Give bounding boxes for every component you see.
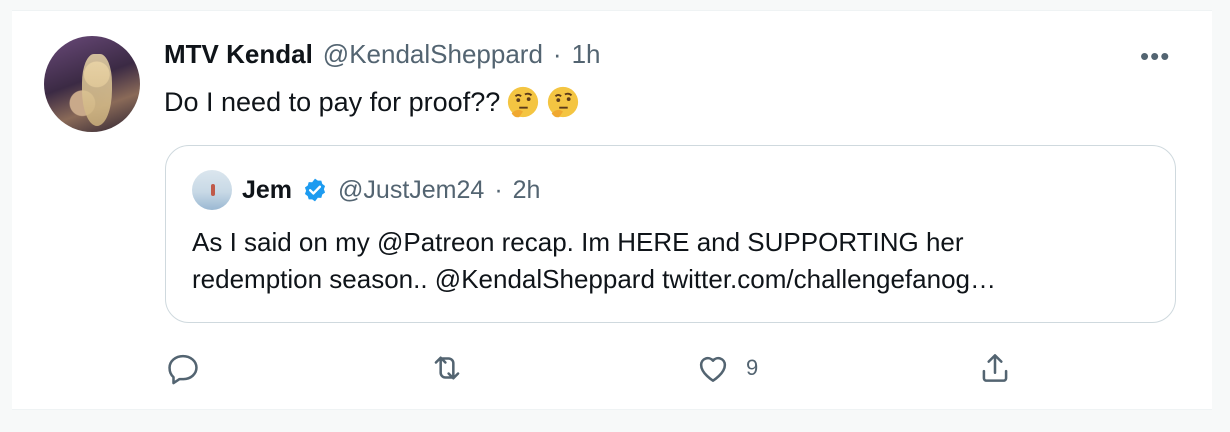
quoted-tweet-line-2: redemption season.. @KendalSheppard twit… — [192, 264, 996, 294]
tweet-timestamp[interactable]: 1h — [572, 39, 601, 70]
like-count: 9 — [746, 355, 759, 380]
quoted-author-avatar[interactable] — [192, 170, 232, 210]
quoted-tweet-line-1: As I said on my @Patreon recap. Im HERE … — [192, 227, 964, 257]
quoted-author-name[interactable]: Jem — [242, 176, 292, 205]
thinking-face-emoji — [508, 86, 539, 118]
author-avatar[interactable] — [44, 36, 140, 132]
reply-icon — [168, 354, 198, 385]
quoted-header-separator: · — [494, 175, 503, 204]
reply-button[interactable] — [164, 349, 202, 387]
quoted-tweet-text: As I said on my @Patreon recap. Im HERE … — [192, 224, 1152, 298]
retweet-button[interactable] — [428, 349, 466, 387]
tweet-card[interactable]: MTV Kendal @KendalSheppard · 1h ••• Do I… — [12, 10, 1212, 410]
quoted-tweet[interactable]: Jem @JustJem24 · 2h As I said on my @Pat… — [165, 145, 1176, 323]
like-button[interactable]: 9 — [694, 349, 758, 387]
tweet-header: MTV Kendal @KendalSheppard · 1h — [164, 39, 601, 70]
author-name[interactable]: MTV Kendal — [164, 39, 313, 70]
retweet-icon — [434, 356, 460, 380]
tweet-body: Do I need to pay for proof?? — [164, 85, 580, 119]
header-separator: · — [552, 39, 562, 69]
tweet-text: Do I need to pay for proof?? — [164, 86, 501, 117]
quoted-tweet-header: Jem @JustJem24 · 2h — [192, 170, 540, 210]
tweet-actions: 9 — [12, 349, 1212, 389]
author-handle[interactable]: @KendalSheppard — [323, 39, 543, 70]
quoted-tweet-timestamp[interactable]: 2h — [513, 176, 541, 205]
more-horizontal-icon[interactable]: ••• — [1140, 41, 1170, 72]
like-icon — [699, 356, 727, 382]
avatar-hair-shape — [82, 54, 112, 126]
quoted-author-handle[interactable]: @JustJem24 — [338, 176, 484, 205]
share-button[interactable] — [976, 349, 1014, 387]
share-icon — [982, 354, 1008, 382]
verified-badge-icon — [304, 178, 326, 202]
thinking-face-emoji — [548, 86, 579, 118]
